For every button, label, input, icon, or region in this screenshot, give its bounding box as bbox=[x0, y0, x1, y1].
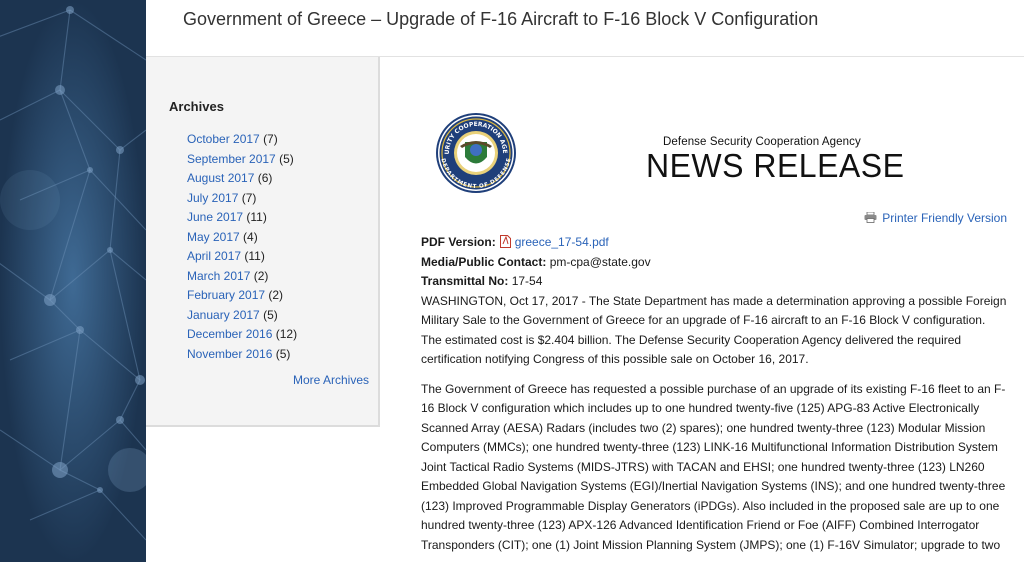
title-bar: Government of Greece – Upgrade of F-16 A… bbox=[146, 0, 1024, 57]
archive-item: December 2016 (12) bbox=[187, 327, 297, 347]
news-release-heading: NEWS RELEASE bbox=[646, 147, 905, 184]
archive-count: (5) bbox=[275, 346, 291, 361]
printer-friendly-link[interactable]: Printer Friendly Version bbox=[864, 211, 1007, 225]
pdf-icon bbox=[499, 235, 511, 248]
archives-heading: Archives bbox=[169, 99, 224, 114]
archive-count: (6) bbox=[257, 171, 273, 185]
archive-count: (11) bbox=[246, 210, 267, 224]
transmittal-label: Transmittal No: bbox=[421, 274, 509, 288]
archive-link-december-2016[interactable]: December 2016 bbox=[187, 327, 272, 341]
article-paragraph: The Government of Greece has requested a… bbox=[421, 381, 1006, 552]
transmittal-line: Transmittal No: 17-54 bbox=[421, 272, 1009, 292]
media-contact-value: pm-cpa@state.gov bbox=[549, 254, 651, 269]
archive-item: May 2017 (4) bbox=[187, 230, 297, 250]
media-contact-line: Media/Public Contact: pm-cpa@state.gov bbox=[421, 253, 1009, 273]
main-content: SECURITY COOPERATION AGENCY DEPARTMENT O… bbox=[380, 57, 1024, 562]
archive-count: (7) bbox=[263, 132, 278, 146]
archive-item: August 2017 (6) bbox=[187, 171, 297, 191]
archive-item: July 2017 (7) bbox=[187, 191, 297, 211]
archive-item: June 2017 (11) bbox=[187, 210, 297, 230]
transmittal-value: 17-54 bbox=[511, 274, 543, 288]
archive-count: (12) bbox=[275, 327, 298, 341]
archive-link-september-2017[interactable]: September 2017 bbox=[187, 152, 276, 166]
archive-count: (5) bbox=[263, 307, 278, 322]
archive-item: February 2017 (2) bbox=[187, 288, 297, 308]
pdf-version-label: PDF Version: bbox=[421, 235, 496, 249]
archive-item: November 2016 (5) bbox=[187, 347, 297, 367]
archive-link-july-2017[interactable]: July 2017 bbox=[187, 191, 238, 205]
archive-count: (11) bbox=[244, 249, 265, 263]
archive-count: (2) bbox=[268, 288, 284, 302]
background-network-graphic bbox=[0, 0, 146, 562]
sidebar: Archives October 2017 (7) September 2017… bbox=[146, 57, 380, 427]
article-body: PDF Version: greece_17-54.pdf Media/Publ… bbox=[421, 233, 1009, 555]
printer-friendly-label: Printer Friendly Version bbox=[882, 211, 1007, 225]
archive-link-june-2017[interactable]: June 2017 bbox=[187, 210, 243, 224]
more-archives-link[interactable]: More Archives bbox=[293, 373, 369, 387]
article-paragraph: WASHINGTON, Oct 17, 2017 - The State Dep… bbox=[421, 293, 1007, 367]
archive-link-february-2017[interactable]: February 2017 bbox=[187, 288, 265, 302]
archive-list: October 2017 (7) September 2017 (5) Augu… bbox=[187, 132, 297, 366]
archive-link-october-2017[interactable]: October 2017 bbox=[187, 132, 260, 146]
pdf-download-link[interactable]: greece_17-54.pdf bbox=[515, 235, 609, 249]
page-title: Government of Greece – Upgrade of F-16 A… bbox=[183, 9, 819, 29]
dsca-seal-logo: SECURITY COOPERATION AGENCY DEPARTMENT O… bbox=[435, 112, 516, 193]
archive-link-january-2017[interactable]: January 2017 bbox=[187, 308, 260, 322]
archive-count: (2) bbox=[253, 268, 269, 283]
archive-link-november-2016[interactable]: November 2016 bbox=[187, 347, 272, 361]
archive-item: April 2017 (11) bbox=[187, 249, 297, 269]
archive-count: (7) bbox=[241, 190, 257, 205]
archive-count: (5) bbox=[279, 151, 294, 166]
pdf-version-line: PDF Version: greece_17-54.pdf bbox=[421, 233, 1009, 253]
archive-count: (4) bbox=[243, 229, 258, 244]
archive-link-may-2017[interactable]: May 2017 bbox=[187, 230, 240, 244]
archive-item: October 2017 (7) bbox=[187, 132, 297, 152]
archive-link-march-2017[interactable]: March 2017 bbox=[187, 269, 250, 283]
printer-icon bbox=[864, 212, 877, 223]
archive-item: March 2017 (2) bbox=[187, 269, 297, 289]
archive-link-april-2017[interactable]: April 2017 bbox=[187, 249, 241, 263]
archive-item: January 2017 (5) bbox=[187, 308, 297, 328]
archive-item: September 2017 (5) bbox=[187, 152, 297, 172]
archive-link-august-2017[interactable]: August 2017 bbox=[187, 171, 254, 185]
media-contact-label: Media/Public Contact: bbox=[421, 254, 547, 269]
